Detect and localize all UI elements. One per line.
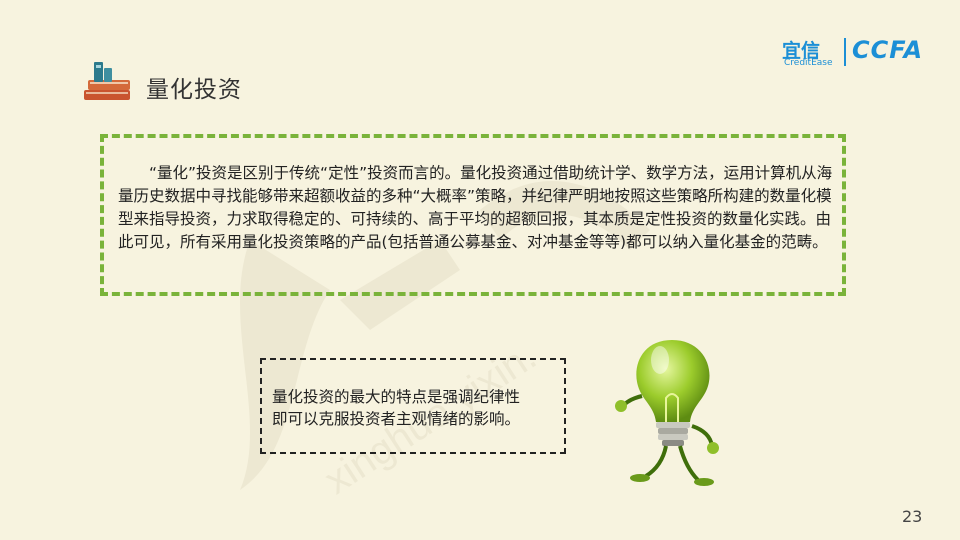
callout-line-1: 量化投资的最大的特点是强调纪律性 (272, 388, 521, 406)
lightbulb-mascot-icon (615, 340, 719, 486)
brand-logo: 宜信 CreditEase CCFA (782, 36, 932, 70)
callout-box: 量化投资的最大的特点是强调纪律性 即可以克服投资者主观情绪的影响。 (260, 358, 566, 454)
callout-text: 量化投资的最大的特点是强调纪律性 即可以克服投资者主观情绪的影响。 (272, 386, 562, 430)
page-number: 23 (902, 507, 923, 526)
logo-en-text: CreditEase (784, 58, 833, 68)
logo-ccfa-text: CCFA (852, 36, 924, 64)
page-title: 量化投资 (146, 77, 242, 103)
definition-paragraph: “量化”投资是区别于传统“定性”投资而言的。量化投资通过借助统计学、数学方法，运… (118, 164, 833, 251)
books-icon (84, 62, 130, 100)
definition-box: “量化”投资是区别于传统“定性”投资而言的。量化投资通过借助统计学、数学方法，运… (100, 134, 846, 296)
logo-separator (844, 38, 846, 66)
callout-line-2: 即可以克服投资者主观情绪的影响。 (272, 410, 521, 428)
